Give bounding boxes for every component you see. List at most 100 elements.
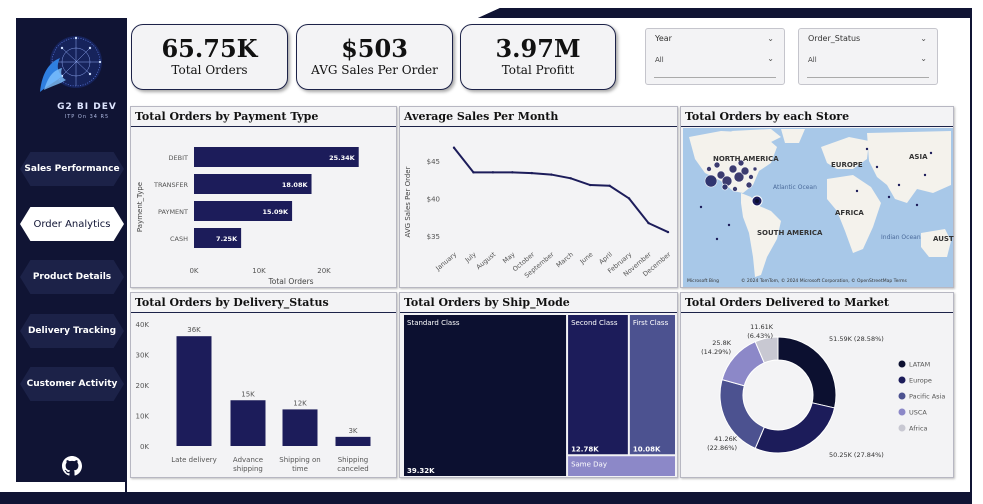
slicer-value[interactable]: All bbox=[655, 56, 664, 64]
data-label: 15K bbox=[241, 390, 255, 398]
category-label: canceled bbox=[337, 465, 368, 473]
legend-marker bbox=[898, 360, 906, 368]
tick-label: May bbox=[501, 250, 517, 265]
category-label: shipping bbox=[233, 465, 263, 473]
legend-marker bbox=[898, 392, 906, 400]
slicer-title: Order_Status bbox=[808, 34, 861, 43]
chevron-down-icon[interactable]: ⌄ bbox=[767, 54, 774, 63]
map-label: AUST bbox=[933, 235, 954, 243]
tick-label: 30K bbox=[136, 352, 150, 360]
tick-label: $40 bbox=[427, 195, 440, 203]
data-label: 36K bbox=[187, 326, 201, 334]
tick-label: 20K bbox=[136, 382, 150, 390]
category-label: Shipping bbox=[338, 456, 369, 464]
nav-delivery-tracking[interactable]: Delivery Tracking bbox=[20, 314, 124, 348]
chevron-down-icon[interactable]: ⌄ bbox=[920, 54, 927, 63]
market-donut-chart: 51.59K (28.58%) 50.25K (27.84%) 41.26K(22.… bbox=[701, 323, 945, 459]
data-label: 50.25K (27.84%) bbox=[829, 451, 884, 459]
kpi-label: AVG Sales Per Order bbox=[311, 63, 438, 77]
delivery-status-panel: Total Orders by Delivery_Status 0K 10K 20K… bbox=[130, 292, 397, 478]
sidebar: G2 BI DEV ITP On 34 R5 Sales Performance… bbox=[16, 18, 126, 482]
tick-label: 20K bbox=[317, 267, 331, 275]
kpi-value: 65.75K bbox=[161, 34, 258, 63]
map-label: Indian Ocean bbox=[881, 234, 921, 241]
tick-label: August bbox=[475, 250, 498, 271]
kpi-value: $503 bbox=[341, 34, 408, 63]
data-label: (14.29%) bbox=[701, 348, 731, 356]
bing-logo: Microsoft Bing bbox=[687, 278, 719, 284]
donut-slice bbox=[754, 402, 836, 454]
slicer-underline bbox=[654, 77, 776, 78]
nav-label: Delivery Tracking bbox=[27, 326, 117, 336]
treemap-tile bbox=[568, 315, 628, 455]
data-label: 25.8K bbox=[712, 339, 731, 347]
data-label: 51.59K (28.58%) bbox=[829, 335, 884, 343]
line-point bbox=[627, 197, 631, 200]
nav-product-details[interactable]: Product Details bbox=[20, 260, 124, 294]
legend-label: Pacific Asia bbox=[909, 393, 945, 401]
brand-tagline: ITP On 34 R5 bbox=[64, 114, 110, 120]
kpi-value: 3.97M bbox=[495, 34, 581, 63]
github-icon[interactable] bbox=[62, 456, 82, 476]
nav-order-analytics[interactable]: Order Analytics bbox=[20, 207, 124, 241]
chevron-down-icon[interactable]: ⌄ bbox=[767, 34, 774, 43]
chevron-down-icon[interactable]: ⌄ bbox=[920, 34, 927, 43]
tick-label: $45 bbox=[427, 158, 440, 166]
nav-label: Sales Performance bbox=[24, 164, 120, 174]
line-point bbox=[530, 171, 534, 175]
category-label: CASH bbox=[170, 235, 188, 243]
data-label: 3K bbox=[348, 427, 357, 435]
kpi-total-orders: 65.75K Total Orders bbox=[131, 24, 288, 90]
slicer-underline bbox=[807, 77, 929, 78]
year-slicer[interactable]: Year ⌄ All ⌄ bbox=[645, 28, 785, 85]
ship-mode-treemap: Standard Class 39.32K Second Class 12.78K Fi… bbox=[404, 315, 675, 476]
line-point bbox=[511, 171, 514, 174]
nav-customer-activity[interactable]: Customer Activity bbox=[20, 367, 124, 401]
map-label: AFRICA bbox=[835, 209, 864, 217]
brand-logo: G2 BI DEV ITP On 34 R5 bbox=[32, 32, 116, 122]
tile-label: Standard Class bbox=[407, 319, 460, 327]
map-label: EUROPE bbox=[831, 161, 863, 169]
data-label: (22.86%) bbox=[707, 444, 737, 452]
legend-marker bbox=[898, 408, 906, 416]
tick-label: $35 bbox=[427, 233, 440, 241]
delivery-status-chart: 0K 10K 20K 30K 40K 36K Late delivery 15K Advance… bbox=[136, 321, 371, 473]
line-point bbox=[491, 171, 495, 174]
data-label: 25.34K bbox=[329, 154, 356, 162]
data-label: 18.08K bbox=[282, 181, 309, 189]
data-label: 41.26K bbox=[714, 435, 738, 443]
nav-label: Product Details bbox=[32, 272, 112, 282]
store-map[interactable]: NORTH AMERICA EUROPE ASIA AFRICA SOUTH A… bbox=[681, 107, 955, 289]
nav-label: Order Analytics bbox=[33, 218, 111, 230]
nav-sales-performance[interactable]: Sales Performance bbox=[20, 152, 124, 186]
kpi-avg-sales: $503 AVG Sales Per Order bbox=[296, 24, 453, 90]
market-panel: Total Orders Delivered to Market 51.59K … bbox=[680, 292, 954, 478]
legend-label: Europe bbox=[909, 377, 932, 385]
line-point bbox=[647, 221, 650, 225]
line-point bbox=[550, 173, 553, 176]
tick-label: 40K bbox=[136, 321, 150, 329]
avg-sales-chart: AVG Sales Per Order $35 $40 $45 January JulyA… bbox=[404, 146, 673, 280]
donut-slice bbox=[777, 336, 837, 409]
tick-label: January bbox=[433, 250, 458, 273]
tick-label: 0K bbox=[189, 267, 198, 275]
legend-label: LATAM bbox=[909, 361, 930, 369]
kpi-total-profit: 3.97M Total Profitt bbox=[460, 24, 616, 90]
kpi-label: Total Orders bbox=[171, 63, 248, 77]
bar bbox=[335, 436, 371, 446]
tick-label: June bbox=[578, 250, 595, 266]
category-label: PAYMENT bbox=[158, 208, 188, 216]
category-label: time bbox=[292, 465, 308, 473]
map-attribution: © 2024 TomTom, © 2024 Microsoft Corporat… bbox=[741, 277, 908, 284]
payment-type-chart: Payment_Type DEBIT 25.34K TRANSFER 18.08K PAY… bbox=[136, 147, 359, 286]
line-point bbox=[608, 184, 611, 187]
tile-label: First Class bbox=[633, 319, 669, 327]
slicer-value[interactable]: All bbox=[808, 56, 817, 64]
data-label: 11.61K bbox=[750, 323, 774, 331]
order-status-slicer[interactable]: Order_Status ⌄ All ⌄ bbox=[798, 28, 938, 85]
store-map-panel: Total Orders by each Store NORTH AMERICA… bbox=[680, 106, 954, 288]
tick-label: July bbox=[463, 250, 478, 264]
category-label: TRANSFER bbox=[153, 181, 189, 189]
legend-label: Africa bbox=[909, 425, 928, 433]
tile-value: 10.08K bbox=[633, 445, 661, 453]
